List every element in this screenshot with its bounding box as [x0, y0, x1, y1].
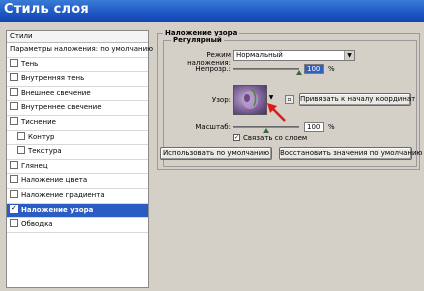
pattern-overlay-panel: Наложение узора Регулярный Режим наложен… [155, 29, 422, 288]
flower-pattern-icon [242, 89, 258, 109]
sidebar-item-label: Наложение градиента [21, 190, 105, 199]
sidebar-item[interactable]: Внутренняя тень [7, 72, 148, 87]
styles-header[interactable]: Стили [7, 31, 148, 43]
opacity-slider[interactable] [233, 68, 299, 70]
sidebar-item-label: Внутреннее свечение [21, 103, 102, 112]
sidebar-item-label: Глянец [21, 161, 48, 170]
chevron-down-icon: ▼ [344, 51, 354, 60]
sidebar-item[interactable]: Наложение цвета [7, 174, 148, 189]
scale-unit: % [328, 123, 335, 131]
styles-list: Стили Параметры наложения: по умолчанию Т… [6, 30, 153, 288]
pattern-label: Узор: [211, 96, 231, 104]
link-layer-label: Связать со слоем [243, 134, 308, 142]
sidebar-item[interactable]: Текстура [7, 145, 148, 160]
sidebar-item-checkbox[interactable] [17, 131, 25, 140]
sidebar-item[interactable]: Глянец [7, 160, 148, 175]
scale-slider-thumb[interactable] [263, 128, 269, 133]
sidebar-item-label: Внешнее свечение [21, 88, 91, 97]
sidebar-item-label: Тиснение [21, 117, 56, 126]
sidebar-item[interactable]: Обводка [7, 218, 148, 233]
use-default-button[interactable]: Использовать по умолчанию [160, 147, 272, 160]
sidebar-item[interactable]: Наложение градиента [7, 189, 148, 204]
sidebar-item-label: Параметры наложения: по умолчанию [10, 45, 154, 53]
opacity-unit: % [328, 65, 335, 73]
sidebar-item[interactable]: Контур [7, 131, 148, 146]
scale-input[interactable]: 100 [304, 122, 324, 132]
sidebar-item-checkbox[interactable] [17, 146, 25, 155]
blend-mode-value: Нормальный [236, 51, 283, 59]
sidebar-item-checkbox[interactable] [10, 202, 18, 215]
sidebar-item[interactable]: Внутреннее свечение [7, 101, 148, 116]
reset-default-button[interactable]: Восстановить значения по умолчанию [279, 147, 422, 160]
opacity-input[interactable]: 100 [304, 64, 324, 74]
title-bar: Стиль слоя [0, 0, 424, 22]
sidebar-item-checkbox[interactable] [10, 58, 18, 67]
snap-to-origin-button[interactable]: Привязать к началу координат [299, 93, 415, 106]
sidebar-item-label: Наложение цвета [21, 176, 88, 185]
sidebar-item-label: Текстура [28, 147, 62, 156]
sidebar-item[interactable]: Тиснение [7, 116, 148, 131]
sidebar-item-checkbox[interactable] [10, 87, 18, 96]
sidebar-item-label: Внутренняя тень [21, 74, 85, 83]
sidebar-item-label: Тень [21, 59, 39, 68]
sidebar-item-checkbox[interactable] [10, 73, 18, 82]
subgroup-title: Регулярный [171, 36, 224, 44]
pattern-swatch[interactable] [233, 85, 267, 115]
sidebar-item-checkbox[interactable] [10, 116, 18, 125]
sidebar-item-checkbox[interactable] [10, 102, 18, 111]
sidebar-item-checkbox[interactable] [10, 189, 18, 198]
sidebar-item-checkbox[interactable] [10, 160, 18, 169]
sidebar-item-label: Наложение узора [21, 205, 94, 214]
red-arrow-annotation [267, 103, 286, 122]
sidebar-item[interactable]: Наложение узора [7, 202, 148, 219]
opacity-label: Непрозр.: [195, 65, 231, 73]
link-layer-checkbox[interactable]: ✓ [233, 134, 240, 141]
sidebar-item[interactable]: Внешнее свечение [7, 87, 148, 102]
sidebar-item-checkbox[interactable] [10, 219, 18, 228]
opacity-slider-thumb[interactable] [296, 70, 302, 75]
blend-mode-select[interactable]: Нормальный ▼ [233, 50, 355, 61]
scale-label: Масштаб: [195, 123, 231, 131]
sidebar-item[interactable]: Тень [7, 58, 148, 73]
sidebar-item-label: Контур [28, 132, 55, 141]
window-title: Стиль слоя [4, 2, 89, 17]
pattern-picker-arrow-icon[interactable]: ▼ [267, 94, 275, 102]
sidebar-item[interactable]: Параметры наложения: по умолчанию [7, 43, 153, 58]
sidebar-item-label: Обводка [21, 220, 53, 229]
sidebar-item-checkbox[interactable] [10, 175, 18, 184]
